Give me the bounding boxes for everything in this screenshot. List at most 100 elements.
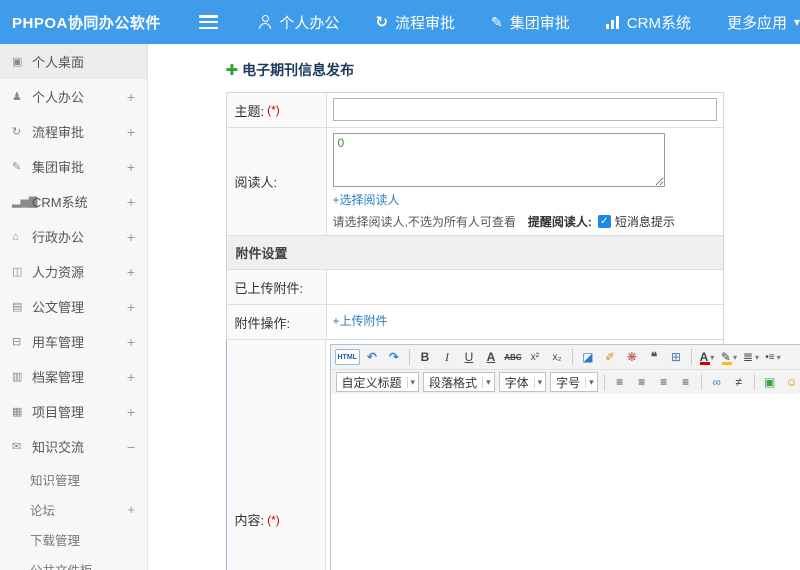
nav-crm-system[interactable]: CRM系统 xyxy=(605,12,691,33)
table-button[interactable]: ⊞ xyxy=(666,347,686,367)
expand-toggle-icon[interactable]: + xyxy=(127,194,135,210)
expand-toggle-icon[interactable]: + xyxy=(127,334,135,350)
required-mark: (*) xyxy=(267,103,280,117)
rich-text-editor: HTML ↶ ↷ B I U A ABC x² x₂ ◪ ✐ ❋ ❝ ⊞ A ▾… xyxy=(329,344,800,570)
sms-checkbox[interactable] xyxy=(597,215,611,228)
nav-process-approval[interactable]: 流程审批 xyxy=(375,12,455,33)
font-select[interactable]: 字体 xyxy=(498,372,547,392)
sidebar-item-admin-office[interactable]: ⌂ 行政办公 + xyxy=(0,219,147,254)
sidebar-item-label: CRM系统 xyxy=(32,195,88,210)
font-color-button[interactable]: A xyxy=(697,347,717,367)
sms-label: 短消息提示 xyxy=(614,215,675,229)
app-window: PHPOA协同办公软件 个人办公 流程审批 集团审批 xyxy=(0,0,800,570)
remind-readers-label: 提醒阅读人: xyxy=(527,215,592,229)
sidebar-item-document-mgmt[interactable]: ▤ 公文管理 + xyxy=(0,289,147,324)
app-title: PHPOA协同办公软件 xyxy=(12,14,161,32)
readers-hint-line: 请选择阅读人,不选为所有人可查看 提醒阅读人: 短消息提示 xyxy=(333,213,717,230)
align-right-button[interactable]: ≡ xyxy=(654,372,674,392)
sidebar-item-group-approval[interactable]: ✎ 集团审批 + xyxy=(0,149,147,184)
nav-personal-office[interactable]: 个人办公 xyxy=(258,12,339,33)
redo-button[interactable]: ↷ xyxy=(384,347,404,367)
strikethrough-button[interactable]: ABC xyxy=(503,347,523,367)
sidebar-item-label: 项目管理 xyxy=(32,405,85,420)
source-code-button[interactable]: HTML xyxy=(334,349,360,365)
nav-group-approval[interactable]: 集团审批 xyxy=(491,12,570,33)
ordered-list-button[interactable]: ≣ xyxy=(741,347,761,367)
expand-toggle-icon[interactable]: + xyxy=(127,124,135,140)
sidebar-item-label: 集团审批 xyxy=(32,160,85,175)
undo-button[interactable]: ↶ xyxy=(362,347,382,367)
insert-emotion-button[interactable]: ☺ xyxy=(782,372,800,392)
subscript-button[interactable]: x₂ xyxy=(547,347,567,367)
content-label: 内容: (*) xyxy=(225,340,326,570)
expand-toggle-icon[interactable]: + xyxy=(127,299,135,315)
sidebar-item-project-mgmt[interactable]: ▦ 项目管理 + xyxy=(0,394,147,429)
italic-button[interactable]: I xyxy=(437,347,457,367)
expand-toggle-icon[interactable]: + xyxy=(127,229,135,245)
expand-toggle-icon[interactable]: + xyxy=(127,502,135,517)
attachment-section-header: 附件设置 xyxy=(226,236,723,270)
heading-select[interactable]: 自定义标题 xyxy=(335,372,420,392)
sidebar-item-knowledge-exchange[interactable]: ✉ 知识交流 − xyxy=(0,429,147,464)
insert-link-button[interactable]: ∞ xyxy=(707,372,727,392)
expand-toggle-icon[interactable]: + xyxy=(127,264,135,280)
remove-link-button[interactable]: ≠ xyxy=(729,372,749,392)
sidebar-item-personal-desktop[interactable]: ▣ 个人桌面 xyxy=(0,44,147,79)
underline-button[interactable]: U xyxy=(459,347,479,367)
uploaded-attachments-label: 已上传附件: xyxy=(226,270,327,304)
expand-toggle-icon[interactable]: + xyxy=(127,404,135,420)
sidebar-item-archive-mgmt[interactable]: ▥ 档案管理 + xyxy=(0,359,147,394)
format-brush-button[interactable]: ✐ xyxy=(600,347,620,367)
required-mark: (*) xyxy=(267,512,280,527)
justify-button[interactable]: ≡ xyxy=(676,372,696,392)
readers-label: 阅读人: xyxy=(226,128,327,235)
nav-more-apps[interactable]: 更多应用 xyxy=(727,12,800,33)
main-nav: 个人办公 流程审批 集团审批 CRM系统 xyxy=(258,12,800,33)
upload-attachment-link[interactable]: +上传附件 xyxy=(333,312,388,329)
expand-toggle-icon[interactable]: + xyxy=(127,89,135,105)
align-left-button[interactable]: ≡ xyxy=(610,372,630,392)
sidebar-item-icon: ▤ xyxy=(12,301,23,313)
sidebar-subitem-public-cabinet[interactable]: 公共文件柜 xyxy=(0,554,147,570)
readers-textarea[interactable]: 0 xyxy=(332,133,665,187)
font-name-button[interactable]: A xyxy=(481,347,501,367)
align-center-button[interactable]: ≡ xyxy=(632,372,652,392)
sidebar-item-hr[interactable]: ◫ 人力资源 + xyxy=(0,254,147,289)
attachment-actions-row: 附件操作: +上传附件 xyxy=(226,305,723,340)
highlight-color-button[interactable]: ✎ xyxy=(719,347,739,367)
sidebar-subitem-forum[interactable]: 论坛 + xyxy=(0,494,147,524)
paragraph-select[interactable]: 段落格式 xyxy=(423,372,495,392)
expand-toggle-icon[interactable]: − xyxy=(127,439,135,455)
sidebar-item-personal-office[interactable]: ♟ 个人办公 + xyxy=(0,79,147,114)
eraser-button[interactable]: ◪ xyxy=(578,347,598,367)
sidebar-item-icon: ◫ xyxy=(12,266,23,278)
sidebar-item-crm-system[interactable]: ▂▅▇ CRM系统 + xyxy=(0,184,147,219)
sidebar-item-icon: ▥ xyxy=(12,371,23,383)
clear-format-button[interactable]: ❋ xyxy=(622,347,642,367)
uploaded-attachments-row: 已上传附件: xyxy=(226,270,723,305)
size-select[interactable]: 字号 xyxy=(550,372,598,392)
expand-toggle-icon[interactable]: + xyxy=(127,369,135,385)
sidebar-item-icon: ▂▅▇ xyxy=(12,196,38,208)
sidebar-item-process-approval[interactable]: ↻ 流程审批 + xyxy=(0,114,147,149)
expand-toggle-icon[interactable]: + xyxy=(127,159,135,175)
select-readers-link[interactable]: +选择阅读人 xyxy=(333,191,400,208)
sidebar-item-label: 知识交流 xyxy=(32,440,85,455)
sidebar-subitem-label: 论坛 xyxy=(30,503,56,518)
sidebar: ▣ 个人桌面 ♟ 个人办公 + ↻ 流程审批 + ✎ 集团审批 + ▂▅▇ CR… xyxy=(0,44,148,570)
bold-button[interactable]: B xyxy=(415,347,435,367)
editor-content-area[interactable] xyxy=(330,394,800,570)
menu-toggle-icon[interactable] xyxy=(198,15,219,29)
insert-image-button[interactable]: ▣ xyxy=(760,372,780,392)
sidebar-subitem-knowledge-mgmt[interactable]: 知识管理 xyxy=(0,464,147,494)
page-title: ✚ 电子期刊信息发布 xyxy=(226,60,724,80)
blockquote-button[interactable]: ❝ xyxy=(644,347,664,367)
unordered-list-button[interactable]: •≡ xyxy=(763,347,783,367)
superscript-button[interactable]: x² xyxy=(525,347,545,367)
attachment-actions-label: 附件操作: xyxy=(226,305,327,339)
sidebar-item-icon: ⊟ xyxy=(12,336,22,348)
subject-input[interactable] xyxy=(332,98,717,121)
sidebar-subitem-download-mgmt[interactable]: 下载管理 xyxy=(0,524,147,554)
sidebar-item-vehicle-mgmt[interactable]: ⊟ 用车管理 + xyxy=(0,324,147,359)
add-icon: ✚ xyxy=(225,62,239,79)
